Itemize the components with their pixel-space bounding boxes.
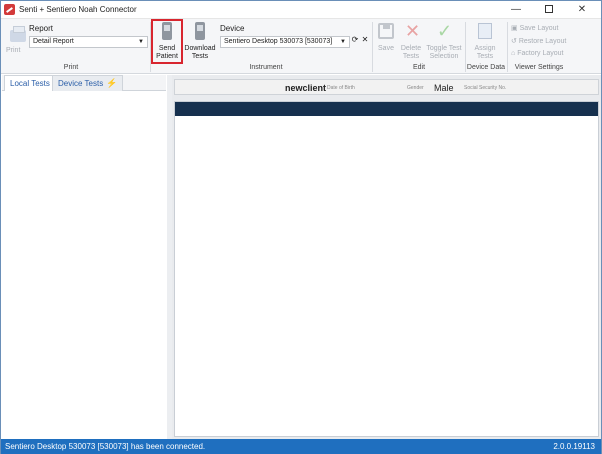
group-divider <box>372 22 373 72</box>
restore-layout-button[interactable]: ↺ Restore Layout <box>511 37 566 45</box>
patient-name: newclient <box>285 83 327 93</box>
device-label: Device <box>220 24 245 33</box>
test-tabs: Local Tests Device Tests ⚡ <box>2 75 166 91</box>
report-select[interactable]: Detail Report ▼ <box>29 36 148 48</box>
gender-label: Gender <box>407 85 424 91</box>
status-bar: Sentiero Desktop 530073 [530073] has bee… <box>1 439 601 454</box>
clear-icon: ✕ <box>361 35 369 44</box>
sync-icon: ⚡ <box>106 78 118 88</box>
app-logo-icon <box>4 4 15 15</box>
tab-device-tests[interactable]: Device Tests ⚡ <box>52 75 124 91</box>
save-layout-icon: ▣ <box>511 25 518 32</box>
factory-layout-icon: ⌂ <box>511 50 516 57</box>
delete-x-icon: ✕ <box>405 21 421 41</box>
assign-icon <box>478 23 492 39</box>
window-title: Senti + Sentiero Noah Connector <box>19 5 137 14</box>
minimize-icon: — <box>511 4 521 15</box>
close-icon: ✕ <box>577 4 587 15</box>
assign-tests-button[interactable]: Assign Tests <box>470 21 500 61</box>
printer-icon <box>10 26 26 42</box>
toggle-test-selection-button[interactable]: ✓ Toggle Test Selection <box>425 21 463 61</box>
device-download-icon <box>195 22 205 40</box>
refresh-icon: ⟳ <box>351 35 359 44</box>
viewer-header-bar <box>175 102 598 116</box>
print-button[interactable]: Print <box>4 22 26 60</box>
viewer-settings-group-label: Viewer Settings <box>514 64 564 71</box>
ssn-label: Social Security No. <box>464 85 507 91</box>
maximize-button[interactable] <box>537 1 561 19</box>
device-send-icon <box>162 22 172 40</box>
test-list[interactable] <box>2 91 166 439</box>
clear-device-button[interactable]: ✕ <box>361 36 369 48</box>
dropdown-arrow-icon: ▼ <box>340 39 346 45</box>
report-label: Report <box>29 24 54 33</box>
delete-tests-button[interactable]: ✕ Delete Tests <box>398 21 424 61</box>
send-patient-button[interactable]: Send Patient <box>153 21 181 61</box>
minimize-button[interactable]: — <box>504 1 528 19</box>
print-group-label: Print <box>63 64 79 71</box>
dropdown-arrow-icon: ▼ <box>138 39 144 45</box>
download-tests-button[interactable]: Download Tests <box>183 21 217 61</box>
left-panel: Local Tests Device Tests ⚡ <box>2 75 166 439</box>
test-viewer-area[interactable] <box>174 101 599 437</box>
factory-layout-button[interactable]: ⌂ Factory Layout <box>511 50 564 57</box>
dob-label: Date of Birth <box>327 85 355 91</box>
edit-group-label: Edit <box>412 64 426 71</box>
tab-local-tests[interactable]: Local Tests <box>4 75 56 91</box>
viewer-panel: newclient Date of Birth Gender Male Soci… <box>172 75 601 439</box>
close-button[interactable]: ✕ <box>570 1 594 19</box>
gender-value: Male <box>434 83 454 93</box>
save-button[interactable]: Save <box>375 21 397 61</box>
refresh-device-button[interactable]: ⟳ <box>351 36 359 48</box>
title-bar: Senti + Sentiero Noah Connector — ✕ <box>1 1 601 19</box>
group-divider <box>507 22 508 72</box>
instrument-group-label: Instrument <box>249 64 283 71</box>
version-label: 2.0.0.19113 <box>553 442 595 451</box>
device-data-group-label: Device Data <box>466 64 506 71</box>
save-icon <box>378 23 394 39</box>
checkmark-icon: ✓ <box>437 21 453 41</box>
patient-info-bar: newclient Date of Birth Gender Male Soci… <box>174 79 599 95</box>
ribbon: Print Report Detail Report ▼ Print Send … <box>1 19 601 74</box>
restore-layout-icon: ↺ <box>511 38 517 45</box>
device-select[interactable]: Sentiero Desktop 530073 [530073] ▼ <box>220 36 350 48</box>
app-window: Senti + Sentiero Noah Connector — ✕ Prin… <box>0 0 602 454</box>
maximize-icon <box>545 5 553 14</box>
save-layout-button[interactable]: ▣ Save Layout <box>511 24 559 32</box>
status-message: Sentiero Desktop 530073 [530073] has bee… <box>5 442 206 451</box>
